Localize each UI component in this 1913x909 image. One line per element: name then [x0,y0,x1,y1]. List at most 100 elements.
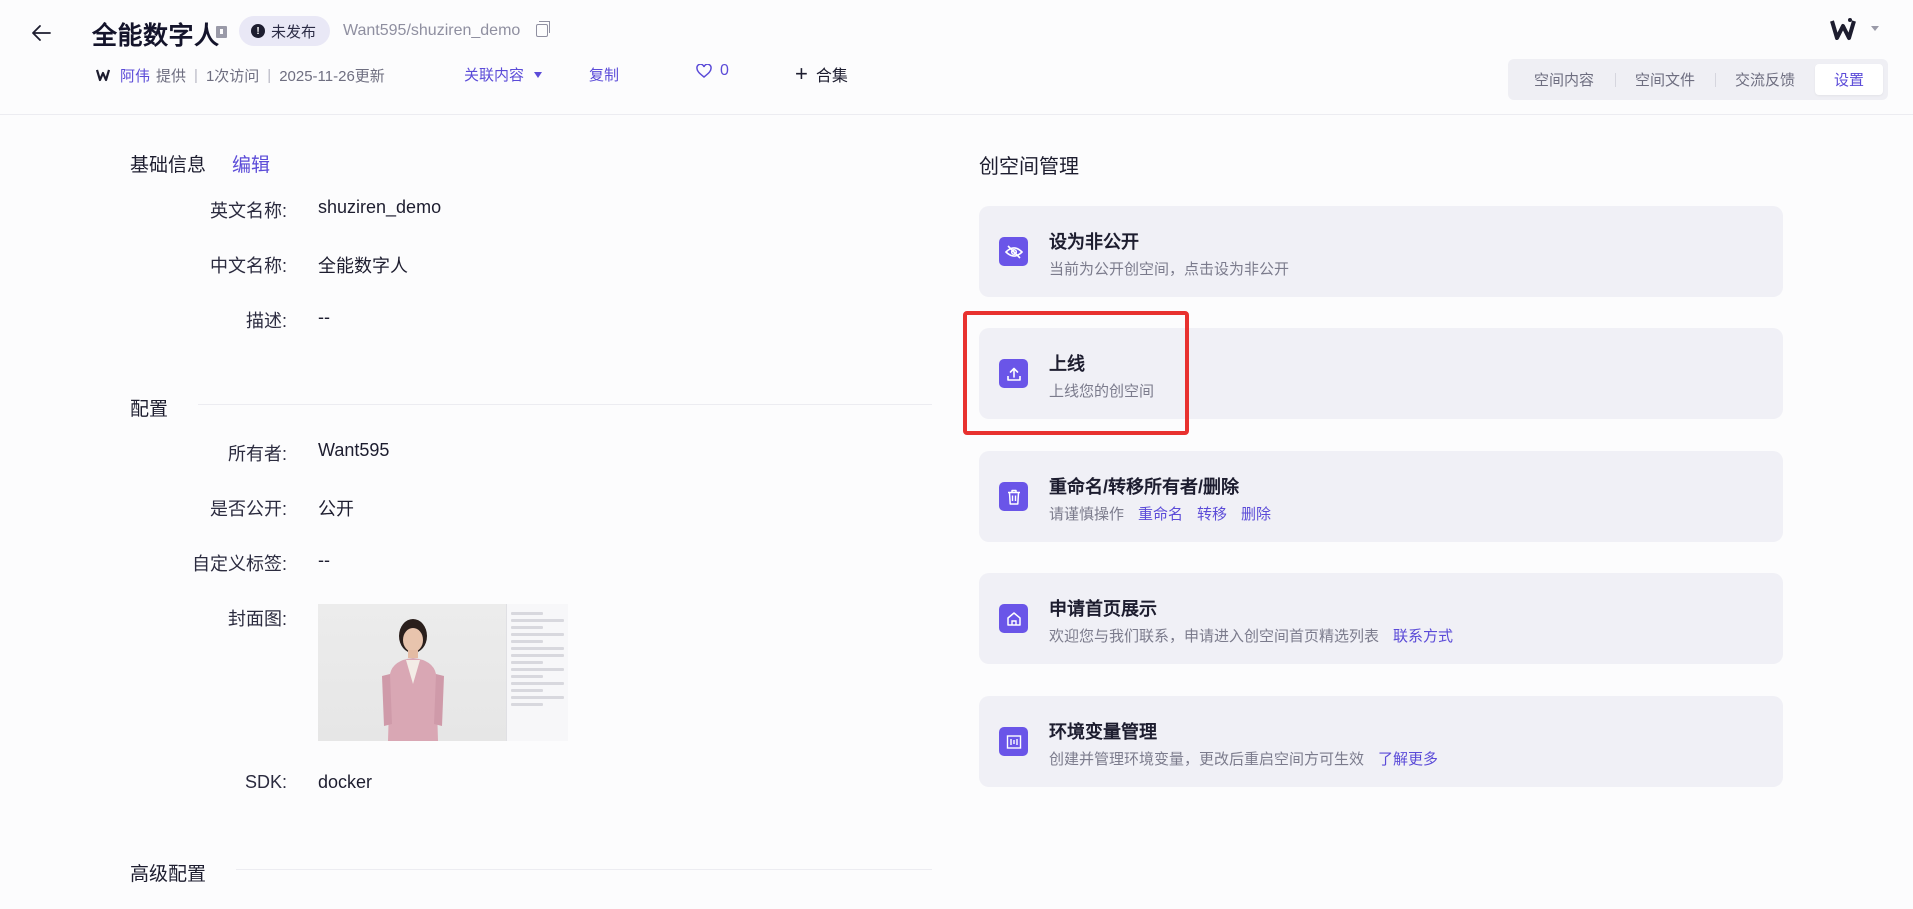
field-label-tags: 自定义标签: [191,554,287,574]
cover-text-line [511,626,543,629]
field-value-owner: Want595 [318,440,390,460]
field-label-chinese-name: 中文名称: [209,256,287,276]
provided-text: 提供 [156,67,187,85]
provider-logo-icon [96,69,110,82]
card-title: 重命名/转移所有者/删除 [1049,477,1240,497]
cover-text-line [511,619,564,622]
config-divider [198,404,932,405]
eye-off-icon [999,237,1028,266]
tab-feedback[interactable]: 交流反馈 [1715,64,1815,95]
lock-icon [216,26,227,38]
cover-image-person [318,604,506,741]
home-icon [999,604,1028,633]
card-desc: 当前为公开创空间，点击设为非公开 [1049,258,1289,279]
card-desc-text: 创建并管理环境变量，更改后重启空间方可生效 [1049,751,1365,768]
card-title: 申请首页展示 [1049,599,1157,619]
cover-text-line [511,633,564,636]
copy-icon[interactable] [536,21,550,37]
delete-link[interactable]: 删除 [1241,503,1271,524]
card-desc-text: 当前为公开创空间，点击设为非公开 [1049,261,1290,278]
contact-link[interactable]: 联系方式 [1393,625,1453,646]
visit-count: 1次访问 [205,67,260,85]
config-title: 配置 [130,399,169,420]
separator: | [267,66,272,84]
field-label-cover: 封面图: [227,609,287,629]
card-env-variables: 环境变量管理 创建并管理环境变量，更改后重启空间方可生效 了解更多 [979,696,1783,787]
card-desc-text: 欢迎您与我们联系，申请进入创空间首页精选列表 [1049,628,1380,645]
card-title: 设为非公开 [1049,232,1139,252]
card-desc: 创建并管理环境变量，更改后重启空间方可生效 了解更多 [1049,748,1438,769]
status-text: 未发布 [271,23,317,41]
status-badge: ! 未发布 [239,16,331,46]
card-rename-transfer-delete: 重命名/转移所有者/删除 请谨慎操作 重命名 转移 删除 [979,451,1783,542]
card-go-online[interactable]: 上线 上线您的创空间 [979,328,1783,419]
cover-image-panel [506,604,568,741]
card-desc: 欢迎您与我们联系，申请进入创空间首页精选列表 联系方式 [1049,625,1453,646]
card-desc-text: 请谨慎操作 [1049,506,1125,523]
transfer-link[interactable]: 转移 [1197,503,1227,524]
copy-button[interactable]: 复制 [589,64,619,85]
page-title: 全能数字人 [92,22,220,50]
field-label-sdk: SDK: [244,772,287,792]
repo-path: Want595/shuziren_demo [343,22,521,39]
edit-button[interactable]: 编辑 [232,150,270,177]
card-set-private[interactable]: 设为非公开 当前为公开创空间，点击设为非公开 [979,206,1783,297]
env-icon [999,727,1028,756]
separator: | [194,66,198,84]
field-label-description: 描述: [245,311,287,331]
advanced-divider [236,869,932,870]
learn-more-link[interactable]: 了解更多 [1378,748,1438,769]
advanced-config-title: 高级配置 [130,864,207,885]
tab-settings[interactable]: 设置 [1815,64,1883,95]
card-desc: 请谨慎操作 重命名 转移 删除 [1049,503,1271,524]
updated-date: 2025-11-26更新 [279,67,385,85]
card-title: 上线 [1049,354,1085,374]
avatar-caret-icon[interactable] [1871,26,1879,31]
provider-name[interactable]: 阿伟 [120,65,150,86]
card-title: 环境变量管理 [1049,722,1157,742]
cover-text-line [511,675,543,678]
field-value-description: -- [318,307,330,327]
cover-text-line [511,654,564,657]
cover-text-line [511,703,543,706]
associated-content-dropdown[interactable]: 关联内容 [464,64,543,85]
tab-bar: 空间内容 空间文件 交流反馈 设置 [1508,59,1888,100]
plus-icon: + [795,61,808,86]
tab-space-content[interactable]: 空间内容 [1513,64,1615,95]
field-label-english-name: 英文名称: [209,201,287,221]
upload-icon [999,359,1028,388]
field-value-chinese-name: 全能数字人 [318,256,408,276]
user-avatar[interactable] [1830,16,1856,42]
associated-content-label: 关联内容 [464,67,525,84]
card-desc-text: 上线您的创空间 [1049,383,1155,400]
basic-info-title: 基础信息 [130,155,207,176]
like-button[interactable]: 0 [696,62,729,80]
card-apply-homepage: 申请首页展示 欢迎您与我们联系，申请进入创空间首页精选列表 联系方式 [979,573,1783,664]
cover-text-line [511,682,564,685]
rename-link[interactable]: 重命名 [1138,503,1183,524]
warning-icon: ! [251,24,265,38]
add-collection-button[interactable]: + 合集 [795,62,848,86]
arrow-left-icon [32,25,51,41]
field-value-sdk: docker [318,772,373,792]
cover-text-line [511,661,543,664]
like-count: 0 [720,62,729,79]
cover-image[interactable] [318,604,568,741]
page-header: 全能数字人 ! 未发布 Want595/shuziren_demo 阿伟 提供 … [0,0,1913,115]
cover-text-line [511,612,543,615]
heart-icon [696,64,712,78]
card-desc: 上线您的创空间 [1049,380,1154,401]
field-label-owner: 所有者: [227,444,287,464]
person-illustration [382,619,444,741]
tab-space-files[interactable]: 空间文件 [1615,64,1715,95]
field-value-english-name: shuziren_demo [318,197,442,217]
field-value-public: 公开 [318,499,354,519]
cover-text-line [511,696,564,699]
back-button[interactable] [26,18,56,48]
caret-down-icon [534,71,543,78]
cover-text-line [511,689,543,692]
cover-text-line [511,640,543,643]
meta-row: 阿伟 提供 | 1次访问 | 2025-11-26更新 [96,64,385,86]
field-label-public: 是否公开: [209,499,287,519]
field-value-tags: -- [318,550,330,570]
